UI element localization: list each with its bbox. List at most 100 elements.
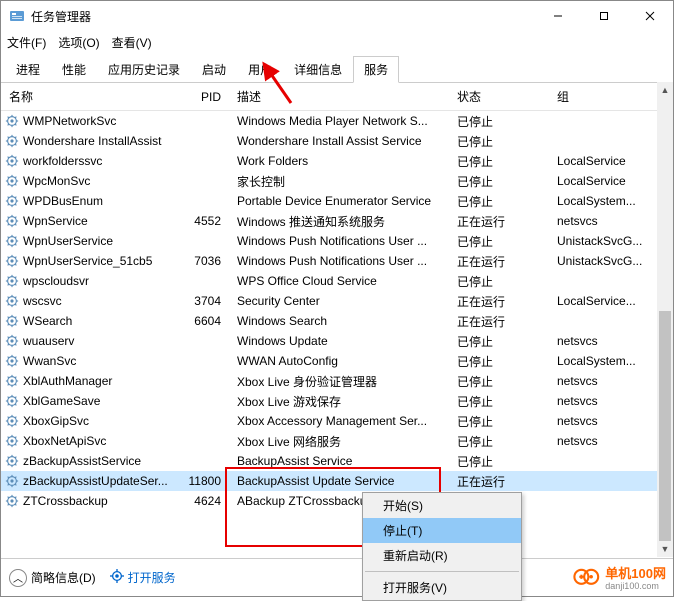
service-status: 已停止 (449, 233, 549, 250)
fewer-details-button[interactable]: ︿ 简略信息(D) (9, 569, 96, 587)
tab-4[interactable]: 用户 (237, 56, 283, 83)
context-menu-item[interactable]: 停止(T) (363, 518, 521, 543)
table-row[interactable]: WpnUserService_51cb57036Windows Push Not… (1, 251, 673, 271)
close-button[interactable] (627, 1, 673, 31)
service-group: netsvcs (549, 214, 673, 228)
table-row[interactable]: XblGameSaveXbox Live 游戏保存已停止netsvcs (1, 391, 673, 411)
table-row[interactable]: XboxNetApiSvcXbox Live 网络服务已停止netsvcs (1, 431, 673, 451)
titlebar[interactable]: 任务管理器 (1, 1, 673, 31)
service-group: netsvcs (549, 334, 673, 348)
watermark-logo: 单机100网 danji100.com (573, 563, 666, 591)
menubar: 文件(F) 选项(O) 查看(V) (1, 31, 673, 53)
minimize-button[interactable] (535, 1, 581, 31)
column-headers: 名称 PID 描述 状态 组 (1, 83, 673, 111)
service-pid: 4552 (171, 214, 229, 228)
tab-5[interactable]: 详细信息 (283, 56, 353, 83)
service-desc: Xbox Live 身份验证管理器 (229, 373, 449, 390)
open-services-link[interactable]: 打开服务 (110, 569, 176, 586)
scroll-thumb[interactable] (659, 311, 671, 541)
service-icon (5, 334, 19, 348)
service-status: 已停止 (449, 373, 549, 390)
service-icon (5, 214, 19, 228)
chevron-up-icon: ︿ (9, 569, 27, 587)
service-desc: Windows Push Notifications User ... (229, 234, 449, 248)
vertical-scrollbar[interactable]: ▲ ▼ (657, 82, 673, 557)
menu-file[interactable]: 文件(F) (7, 34, 46, 51)
service-group: LocalService (549, 174, 673, 188)
tab-0[interactable]: 进程 (5, 56, 51, 83)
table-row[interactable]: wscsvc3704Security Center正在运行LocalServic… (1, 291, 673, 311)
window-title: 任务管理器 (31, 8, 535, 25)
tab-3[interactable]: 启动 (191, 56, 237, 83)
service-desc: BackupAssist Service (229, 454, 449, 468)
service-name: wscsvc (23, 294, 62, 308)
fewer-details-label: 简略信息(D) (31, 569, 96, 586)
service-status: 已停止 (449, 433, 549, 450)
scroll-down-icon[interactable]: ▼ (657, 541, 673, 557)
table-row[interactable]: XblAuthManagerXbox Live 身份验证管理器已停止netsvc… (1, 371, 673, 391)
service-name: XboxNetApiSvc (23, 434, 106, 448)
service-name: WpnService (23, 214, 88, 228)
scroll-track[interactable] (657, 98, 673, 541)
service-name: WMPNetworkSvc (23, 114, 116, 128)
menu-view[interactable]: 查看(V) (112, 34, 152, 51)
table-row[interactable]: XboxGipSvc Xbox Accessory Management Ser.… (1, 411, 673, 431)
service-status: 已停止 (449, 193, 549, 210)
tab-6[interactable]: 服务 (353, 56, 399, 83)
service-desc: Xbox Accessory Management Ser... (229, 414, 449, 428)
table-row[interactable]: WSearch6604Windows Search正在运行 (1, 311, 673, 331)
service-desc: Xbox Live 游戏保存 (229, 393, 449, 410)
col-name[interactable]: 名称 (1, 88, 171, 105)
service-pid: 3704 (171, 294, 229, 308)
col-group[interactable]: 组 (549, 88, 673, 105)
service-status: 正在运行 (449, 473, 549, 490)
service-name: WpcMonSvc (23, 174, 90, 188)
table-row[interactable]: zBackupAssistUpdateSer...11800BackupAssi… (1, 471, 673, 491)
table-row[interactable]: Wondershare InstallAssistWondershare Ins… (1, 131, 673, 151)
service-icon (5, 154, 19, 168)
gear-icon (110, 569, 124, 586)
context-menu-item[interactable]: 开始(S) (363, 493, 521, 518)
table-row[interactable]: WMPNetworkSvcWindows Media Player Networ… (1, 111, 673, 131)
bottom-bar: ︿ 简略信息(D) 打开服务 (1, 558, 673, 596)
service-pid: 6604 (171, 314, 229, 328)
context-menu: 开始(S)停止(T)重新启动(R) 打开服务(V) (362, 492, 522, 601)
table-row[interactable]: wuauservWindows Update已停止netsvcs (1, 331, 673, 351)
service-desc: BackupAssist Update Service (229, 474, 449, 488)
table-row[interactable]: WpnService4552Windows 推送通知系统服务正在运行netsvc… (1, 211, 673, 231)
service-status: 已停止 (449, 153, 549, 170)
col-desc[interactable]: 描述 (229, 88, 449, 105)
scroll-up-icon[interactable]: ▲ (657, 82, 673, 98)
table-row[interactable]: WPDBusEnumPortable Device Enumerator Ser… (1, 191, 673, 211)
table-row[interactable]: wpscloudsvrWPS Office Cloud Service已停止 (1, 271, 673, 291)
menu-options[interactable]: 选项(O) (58, 34, 99, 51)
service-group: UnistackSvcG... (549, 254, 673, 268)
service-status: 已停止 (449, 353, 549, 370)
task-manager-window: 任务管理器 文件(F) 选项(O) 查看(V) 进程性能应用历史记录启动用户详细… (0, 0, 674, 597)
service-icon (5, 494, 19, 508)
service-group: LocalService (549, 154, 673, 168)
context-menu-item[interactable]: 重新启动(R) (363, 543, 521, 568)
service-name: zBackupAssistUpdateSer... (23, 474, 168, 488)
tab-1[interactable]: 性能 (51, 56, 97, 83)
tabbar: 进程性能应用历史记录启动用户详细信息服务 (1, 55, 673, 83)
col-pid[interactable]: PID (171, 90, 229, 104)
service-pid: 4624 (171, 494, 229, 508)
service-name: XboxGipSvc (23, 414, 89, 428)
col-status[interactable]: 状态 (449, 88, 549, 105)
table-row[interactable]: zBackupAssistServiceBackupAssist Service… (1, 451, 673, 471)
table-row[interactable]: WpnUserServiceWindows Push Notifications… (1, 231, 673, 251)
context-menu-item[interactable]: 打开服务(V) (363, 575, 521, 600)
table-row[interactable]: WwanSvcWWAN AutoConfig已停止LocalSystem... (1, 351, 673, 371)
service-name: XblAuthManager (23, 374, 112, 388)
service-desc: Wondershare Install Assist Service (229, 134, 449, 148)
table-row[interactable]: WpcMonSvc家长控制已停止LocalService (1, 171, 673, 191)
table-row[interactable]: workfolderssvcWork Folders已停止LocalServic… (1, 151, 673, 171)
service-icon (5, 314, 19, 328)
service-name: workfolderssvc (23, 154, 102, 168)
maximize-button[interactable] (581, 1, 627, 31)
tab-2[interactable]: 应用历史记录 (97, 56, 191, 83)
service-icon (5, 234, 19, 248)
service-icon (5, 474, 19, 488)
table-row[interactable]: ZTCrossbackup4624ABackup ZTCrossbackup正在… (1, 491, 673, 511)
